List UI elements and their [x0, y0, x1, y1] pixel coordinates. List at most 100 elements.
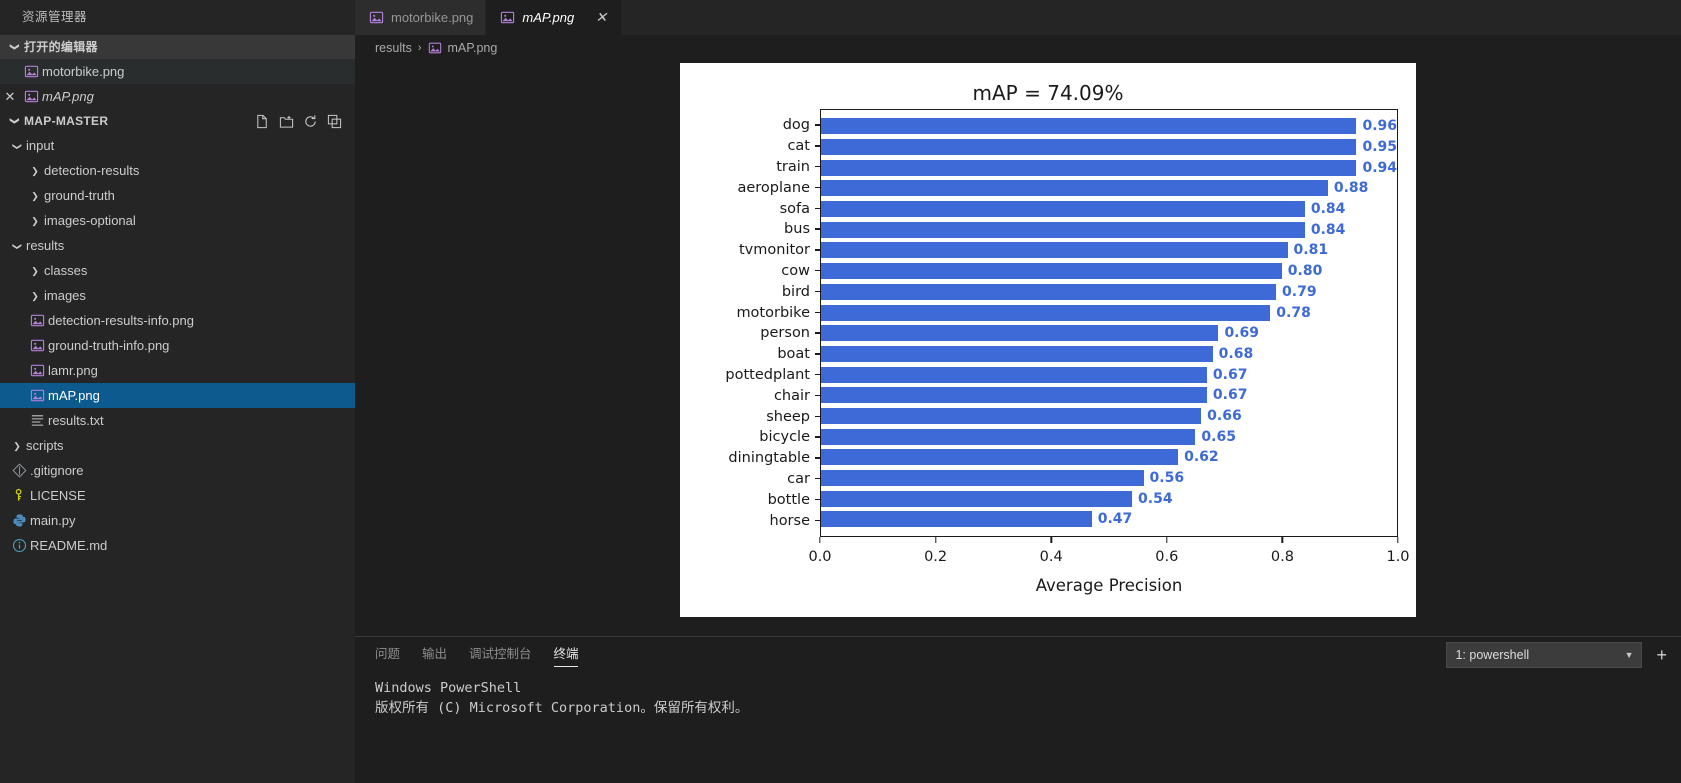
chart-y-tick-label: person: [680, 325, 820, 341]
new-file-icon[interactable]: [253, 112, 271, 130]
chart-bar-row: 0.78: [821, 304, 1397, 321]
tree-item-map-png[interactable]: mAP.png: [0, 383, 355, 408]
chart-bar-value-label: 0.88: [1333, 180, 1369, 197]
tree-item--gitignore[interactable]: .gitignore: [0, 458, 355, 483]
panel-tab-终端[interactable]: 终端: [554, 637, 579, 672]
chart-y-tick-label: car: [680, 471, 820, 487]
tree-item-scripts[interactable]: scripts: [0, 433, 355, 458]
tree-item-results[interactable]: results: [0, 233, 355, 258]
terminal-selector[interactable]: 1: powershell ▼: [1446, 641, 1643, 668]
tree-item-detection-results-info-png[interactable]: detection-results-info.png: [0, 308, 355, 333]
chart-bar-row: 0.94: [821, 159, 1397, 176]
chart-y-tick-label: motorbike: [680, 305, 820, 321]
chevron-down-icon: [8, 140, 26, 152]
collapse-all-icon[interactable]: [325, 112, 343, 130]
tree-item-label: lamr.png: [48, 363, 98, 378]
tree-item-main-py[interactable]: main.py: [0, 508, 355, 533]
chart-bar-value-label: 0.84: [1310, 201, 1346, 218]
tree-item-label: ground-truth: [44, 188, 115, 203]
project-label: MAP-MASTER: [24, 114, 109, 128]
explorer-actions: [253, 112, 355, 130]
chart-title: mAP = 74.09%: [972, 81, 1124, 105]
tree-item-ground-truth[interactable]: ground-truth: [0, 183, 355, 208]
chart-bar-value-label: 0.65: [1201, 428, 1236, 445]
new-folder-icon[interactable]: [277, 112, 295, 130]
open-editor-item-map[interactable]: ✕ mAP.png: [0, 84, 355, 109]
chart-x-tick-label: 0.6: [1155, 549, 1179, 565]
tab-map-png[interactable]: mAP.png ✕: [486, 0, 623, 35]
chart-bar-value-label: 0.95: [1362, 139, 1397, 156]
chart-x-axis: 0.0 0.2 0.4 0.6 0.8 1.0: [808, 537, 1410, 565]
chart-y-tick-label: boat: [680, 346, 820, 362]
chart-bar-value-label: 0.78: [1276, 304, 1311, 321]
tree-item-ground-truth-info-png[interactable]: ground-truth-info.png: [0, 333, 355, 358]
image-file-icon: [428, 42, 441, 54]
vscode-window: 资源管理器 打开的编辑器 motorbike.png ✕ mAP.png MAP…: [0, 0, 1681, 783]
chevron-right-icon: [26, 190, 44, 202]
tree-item-label: LICENSE: [30, 488, 86, 503]
image-file-icon: [26, 363, 48, 378]
open-editors-section-header[interactable]: 打开的编辑器: [0, 35, 355, 59]
bottom-panel: 问题 输出 调试控制台 终端 1: powershell ▼ + Windows Po…: [355, 636, 1681, 783]
tree-item-readme-md[interactable]: README.md: [0, 533, 355, 558]
chart-bar: [821, 325, 1219, 342]
chart-bar: [821, 263, 1282, 280]
breadcrumb-item-results[interactable]: results: [375, 41, 412, 55]
chart-bar-value-label: 0.54: [1138, 490, 1173, 507]
breadcrumb-item-map-png[interactable]: mAP.png: [448, 41, 498, 55]
chart-x-tick-mark: [1050, 537, 1052, 543]
tree-item-label: detection-results-info.png: [48, 313, 194, 328]
chevron-right-icon: [26, 215, 44, 227]
chart-bar: [821, 118, 1357, 135]
chart-x-tick-mark: [934, 537, 937, 543]
chart-y-tick-label: tvmonitor: [680, 242, 820, 258]
image-file-icon: [20, 89, 42, 104]
tab-label: motorbike.png: [391, 10, 474, 25]
chart-y-tick-label: cow: [680, 263, 820, 279]
file-tree: input detection-results ground-truth images…: [0, 133, 355, 558]
chart-y-tick-label: bottle: [680, 492, 820, 508]
open-editors-label: 打开的编辑器: [24, 40, 98, 54]
tree-item-label: results: [26, 238, 65, 253]
chart-x-tick-label: 0.0: [808, 549, 832, 565]
new-terminal-icon[interactable]: +: [1656, 646, 1667, 664]
breadcrumb: results › mAP.png: [355, 35, 1681, 61]
refresh-icon[interactable]: [301, 112, 319, 130]
panel-tab-输出[interactable]: 输出: [422, 637, 447, 672]
tree-item-images[interactable]: images: [0, 283, 355, 308]
editor-tab-bar: motorbike.png mAP.png ✕: [355, 0, 1681, 35]
chart-bar: [821, 366, 1207, 383]
close-icon[interactable]: ✕: [593, 9, 609, 26]
tree-item-lamr-png[interactable]: lamr.png: [0, 358, 355, 383]
terminal-output[interactable]: Windows PowerShell 版权所有 (C) Microsoft Co…: [355, 672, 1681, 783]
chart-bar-value-label: 0.96: [1362, 118, 1397, 135]
tree-item-license[interactable]: LICENSE: [0, 483, 355, 508]
chart-x-tick-mark: [1397, 537, 1399, 543]
tree-item-images-optional[interactable]: images-optional: [0, 208, 355, 233]
chart-bar-row: 0.69: [821, 325, 1397, 342]
chart-bar-row: 0.88: [821, 180, 1397, 197]
chart-x-tick-label: 0.2: [924, 549, 948, 565]
chart-x-tick-label: 1.0: [1386, 549, 1410, 565]
tree-item-label: images-optional: [44, 213, 136, 228]
tree-item-results-txt[interactable]: results.txt: [0, 408, 355, 433]
open-editor-item-motorbike[interactable]: motorbike.png: [0, 59, 355, 84]
tree-item-label: ground-truth-info.png: [48, 338, 170, 353]
tab-motorbike-png[interactable]: motorbike.png: [355, 0, 487, 35]
chart-y-tick-label: chair: [680, 388, 820, 404]
tree-item-label: input: [26, 138, 55, 153]
chart-x-tick-label: 0.8: [1270, 549, 1294, 565]
panel-tab-问题[interactable]: 问题: [375, 637, 400, 672]
terminal-line: 版权所有 (C) Microsoft Corporation。保留所有权利。: [375, 700, 749, 716]
open-editor-label: mAP.png: [42, 89, 94, 104]
project-section-header[interactable]: MAP-MASTER: [0, 109, 355, 133]
tree-item-classes[interactable]: classes: [0, 258, 355, 283]
chart-bar-row: 0.79: [821, 283, 1397, 300]
close-icon[interactable]: ✕: [0, 89, 20, 105]
chart-bar-row: 0.84: [821, 201, 1397, 218]
panel-tab-调试控制台[interactable]: 调试控制台: [469, 637, 532, 672]
tree-item-input[interactable]: input: [0, 133, 355, 158]
chart-bar-value-label: 0.67: [1212, 387, 1248, 404]
chart-bar: [821, 345, 1213, 362]
tree-item-detection-results[interactable]: detection-results: [0, 158, 355, 183]
